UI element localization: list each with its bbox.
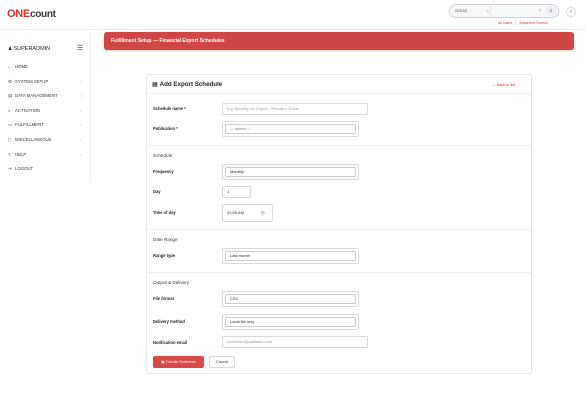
section-schedule: Schedule — [153, 153, 173, 158]
page-banner: Fulfillment Setup — Financial Export Sch… — [104, 32, 574, 50]
range-type-select-value: Last month — [225, 251, 356, 261]
card-title: ▦ Add Export Schedule — [152, 81, 223, 88]
file-format-select-value: CSV — [225, 294, 356, 304]
gear-icon: ⚙ — [8, 78, 13, 84]
top-links: All Users | Advanced Search — [498, 21, 548, 25]
chevron-right-icon: › — [80, 136, 82, 142]
file-format-label: File format — [153, 296, 174, 301]
calendar-icon: ▦ — [152, 82, 158, 88]
sidebar-item-logout[interactable]: ⇥ LOGOUT — [0, 162, 91, 177]
sidebar-nav: ⌂ HOME ⚙ SYSTEM SETUP › ▤ DATA MANAGEMENT › ◐… — [0, 60, 91, 177]
chevron-right-icon: › — [80, 151, 82, 157]
chevron-right-icon: › — [80, 107, 82, 113]
create-schedule-button[interactable]: ▣ Create Schedule — [153, 356, 204, 368]
file-icon: ▯ — [8, 136, 11, 142]
sidebar-item-data-management[interactable]: ▤ DATA MANAGEMENT › — [0, 89, 91, 104]
delivery-method-select-value: Local file only — [225, 317, 356, 327]
divider — [147, 272, 531, 273]
chevron-right-icon: › — [80, 122, 82, 128]
delivery-method-select[interactable]: Local file only — [222, 314, 359, 330]
sidebar-item-system-setup[interactable]: ⚙ SYSTEM SETUP › — [0, 75, 91, 90]
sidebar-item-fulfillment[interactable]: ▭ FULFILLMENT › — [0, 118, 91, 133]
page-title: Fulfillment Setup — Financial Export Sch… — [111, 38, 225, 44]
publication-select[interactable]: — select — — [222, 121, 359, 137]
day-label: Day — [153, 189, 161, 194]
divider — [147, 145, 531, 146]
sidebar: ♟SUPERADMIN ☰ ⌂ HOME ⚙ SYSTEM SETUP › ▤ DATA… — [0, 31, 91, 181]
publication-select-value: — select — — [225, 124, 356, 134]
search-clear-icon[interactable]: ✓ — [538, 6, 542, 16]
file-format-select[interactable]: CSV — [222, 291, 359, 307]
question-icon: ? — [8, 151, 11, 157]
app-logo[interactable]: ONEcount — [7, 8, 56, 20]
chevron-right-icon: › — [80, 78, 82, 84]
sidebar-item-activation[interactable]: ◐ ACTIVATION › — [0, 104, 91, 119]
user-icon: ♟ — [8, 46, 13, 52]
time-of-day-input[interactable]: 02:00 AM ◷ — [222, 204, 273, 222]
home-icon: ⌂ — [8, 64, 11, 69]
user-name: ♟SUPERADMIN — [8, 46, 51, 52]
sidebar-item-miscellaneous[interactable]: ▯ MISCELLANEOUS › — [0, 133, 91, 148]
notification-email-input[interactable]: controller@publisher.com — [222, 336, 368, 348]
notification-email-label: Notification email — [153, 340, 188, 345]
publication-label: Publication * — [153, 126, 178, 131]
logout-icon: ⇥ — [8, 166, 12, 172]
schedule-name-label: Schedule name * — [153, 106, 186, 111]
cancel-button[interactable]: Cancel — [209, 356, 235, 368]
chevron-right-icon: › — [80, 93, 82, 99]
search-scope-select[interactable]: GOOD ⌄ — [452, 6, 490, 16]
range-type-select[interactable]: Last month — [222, 248, 359, 264]
collapse-button[interactable]: ‹ — [566, 7, 576, 17]
search-icon[interactable]: ⌕ — [546, 6, 556, 16]
search-input[interactable] — [490, 6, 538, 16]
range-type-label: Range type — [153, 253, 176, 258]
schedule-name-input[interactable]: e.g. Monthly GL Export - Reader's Guide — [222, 103, 368, 115]
section-date-range: Date Range — [153, 237, 178, 242]
toggle-icon: ◐ — [8, 107, 11, 113]
section-output-delivery: Output & Delivery — [153, 280, 189, 285]
global-search: GOOD ⌄ ✓ ⌕ — [449, 4, 559, 18]
top-bar: ONEcount GOOD ⌄ ✓ ⌕ ‹ All Users | Advanced … — [0, 0, 586, 30]
clock-icon[interactable]: ◷ — [261, 205, 265, 221]
frequency-select[interactable]: Monthly — [222, 164, 359, 180]
save-icon: ▣ — [161, 359, 165, 364]
frequency-select-value: Monthly — [225, 167, 356, 177]
advanced-search-link[interactable]: Advanced Search — [519, 21, 547, 25]
add-export-schedule-form: ▦ Add Export Schedule ← Back to list Sche… — [146, 74, 532, 374]
card-icon: ▭ — [8, 122, 13, 128]
frequency-label: Frequency — [153, 169, 174, 174]
day-input[interactable]: 1 — [222, 186, 251, 198]
card-header: ▦ Add Export Schedule ← Back to list — [147, 75, 531, 94]
delivery-method-label: Delivery method — [153, 319, 185, 324]
sidebar-item-help[interactable]: ? HELP › — [0, 148, 91, 163]
divider — [147, 229, 531, 230]
all-users-link[interactable]: All Users — [498, 21, 512, 25]
sidebar-item-home[interactable]: ⌂ HOME — [0, 60, 91, 75]
time-of-day-label: Time of day — [153, 210, 176, 215]
back-to-list-link[interactable]: ← Back to list — [492, 83, 515, 87]
menu-toggle-icon[interactable]: ☰ — [77, 44, 83, 52]
database-icon: ▤ — [8, 93, 13, 99]
